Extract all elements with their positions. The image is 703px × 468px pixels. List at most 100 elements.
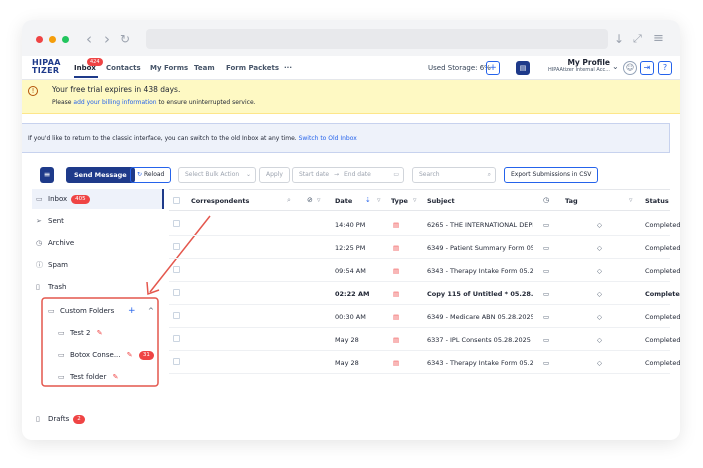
help-icon[interactable]: ? [658,61,672,75]
reload-button[interactable]: ↻ Reload [130,167,172,183]
row-checkbox[interactable] [173,243,180,250]
document-icon[interactable]: ▤ [516,61,530,75]
logo[interactable]: HIPAA TIZER [32,59,61,75]
table-row[interactable]: May 28 ▤ 6337 - IPL Consents 05.28.2025 13… [169,328,680,351]
folder-item-test-folder[interactable]: ▭ Test folder ✎ [44,367,164,387]
logout-icon[interactable]: ⇥ [640,61,654,75]
menu-icon[interactable]: ≡ [653,29,664,49]
user-icon[interactable]: ☺ [623,61,637,75]
row-checkbox[interactable] [173,266,180,273]
sidebar-item-inbox[interactable]: ▭ Inbox 405 [32,189,164,209]
address-bar[interactable] [146,29,608,49]
attachment-icon[interactable]: ⊘ [307,196,313,204]
table-row[interactable]: May 28 ▤ 6343 - Therapy Intake Form 05.28.… [169,351,680,374]
close-window-dot[interactable] [36,36,43,43]
sidebar-item-spam[interactable]: ⓘ Spam [32,255,164,275]
nav-contacts[interactable]: Contacts [106,64,141,72]
tag-icon[interactable]: ◇ [597,290,602,298]
row-checkbox[interactable] [173,312,180,319]
row-checkbox[interactable] [173,289,180,296]
profile-menu[interactable]: My Profile HIPAAtizer Internal Acc... [540,58,610,78]
nav-form-packets[interactable]: Form Packets [226,64,279,72]
tag-icon[interactable]: ◇ [597,267,602,275]
view-document-icon[interactable]: ▭ [543,221,549,229]
column-header-date[interactable]: Date [335,197,352,205]
export-csv-button[interactable]: Export Submissions in CSV [504,167,599,183]
view-document-icon[interactable]: ▭ [543,359,549,367]
row-checkbox[interactable] [173,358,180,365]
search-icon[interactable]: ⌕ [287,196,291,205]
sort-icon[interactable]: ⇣ [365,196,371,204]
tag-icon[interactable]: ◇ [597,244,602,252]
maximize-window-dot[interactable] [62,36,69,43]
pdf-file-icon[interactable]: ▤ [393,290,399,298]
download-icon[interactable]: ↓ [614,29,624,49]
clock-icon[interactable]: ◷ [543,196,549,204]
filter-icon[interactable]: ▿ [377,196,381,204]
date-range-picker[interactable]: Start date → End date ▭ [292,167,404,183]
search-input[interactable]: Search ⌕ [412,167,496,183]
menu-toggle-button[interactable]: ≡ [40,167,54,183]
select-all-checkbox[interactable] [173,197,180,204]
view-document-icon[interactable]: ▭ [543,313,549,321]
sidebar-item-trash[interactable]: ▯ Trash [32,277,164,297]
view-document-icon[interactable]: ▭ [543,290,549,298]
column-header-subject[interactable]: Subject [427,197,455,205]
row-checkbox[interactable] [173,220,180,227]
sidebar-item-drafts[interactable]: ▯ Drafts 2 [32,409,164,429]
column-header-type[interactable]: Type [391,197,408,205]
minimize-window-dot[interactable] [49,36,56,43]
tag-icon[interactable]: ◇ [597,359,602,367]
row-checkbox[interactable] [173,335,180,342]
chevron-up-icon[interactable]: ^ [148,301,154,321]
column-header-tag[interactable]: Tag [565,197,578,205]
table-row[interactable]: 14:40 PM ▤ 6265 - THE INTERNATIONAL DEPRE.… [169,213,680,236]
view-document-icon[interactable]: ▭ [543,244,549,252]
sidebar-item-sent[interactable]: ➢ Sent [32,211,164,231]
chevron-down-icon[interactable]: ⌄ [612,62,619,71]
back-icon[interactable]: ‹ [86,29,92,49]
add-folder-icon[interactable]: + [128,301,136,321]
start-date-field[interactable]: Start date [299,171,329,178]
tag-icon[interactable]: ◇ [597,221,602,229]
custom-folders-header[interactable]: ▭ Custom Folders + ^ [44,301,164,321]
filter-icon[interactable]: ▿ [317,196,321,204]
edit-pencil-icon[interactable]: ✎ [113,373,119,381]
table-row[interactable]: 12:25 PM ▤ 6349 - Patient Summary Form 05.… [169,236,680,259]
folder-item-test-2[interactable]: ▭ Test 2 ✎ [44,323,164,343]
pdf-file-icon[interactable]: ▤ [393,359,399,367]
pdf-file-icon[interactable]: ▤ [393,221,399,229]
send-message-button[interactable]: Send Message [66,167,135,183]
table-row[interactable]: 09:54 AM ▤ 6343 - Therapy Intake Form 05.2… [169,259,680,282]
end-date-field[interactable]: End date [344,171,371,178]
pdf-file-icon[interactable]: ▤ [393,313,399,321]
billing-link[interactable]: add your billing information [73,99,156,106]
filter-icon[interactable]: ▿ [413,196,417,204]
tag-icon[interactable]: ◇ [597,313,602,321]
pdf-file-icon[interactable]: ▤ [393,336,399,344]
nav-my-forms[interactable]: My Forms [150,64,188,72]
forward-icon[interactable]: › [104,29,110,49]
table-row[interactable]: 00:30 AM ▤ 6349 - Medicare ABN 05.28.2025 … [169,305,680,328]
folder-item-botox[interactable]: ▭ Botox Conse... ✎ 31 [44,345,164,365]
tag-icon[interactable]: ◇ [597,336,602,344]
view-document-icon[interactable]: ▭ [543,267,549,275]
nav-team[interactable]: Team [194,64,215,72]
filter-icon[interactable]: ▿ [629,196,633,204]
column-header-status[interactable]: Status [645,197,669,205]
apply-button[interactable]: Apply [259,167,290,183]
column-header-correspondents[interactable]: Correspondents [191,197,249,205]
switch-old-inbox-link[interactable]: Switch to Old Inbox [299,135,357,142]
add-storage-button[interactable]: + [486,61,500,75]
table-row[interactable]: 02:22 AM ▤ Copy 115 of Untitled * 05.28.20… [169,282,680,305]
nav-more[interactable]: ··· [284,64,292,72]
edit-pencil-icon[interactable]: ✎ [127,351,133,359]
reload-page-icon[interactable]: ↻ [120,29,130,49]
bulk-action-select[interactable]: Select Bulk Action ⌄ [178,167,256,183]
pdf-file-icon[interactable]: ▤ [393,267,399,275]
pdf-file-icon[interactable]: ▤ [393,244,399,252]
sidebar-item-archive[interactable]: ◷ Archive [32,233,164,253]
edit-pencil-icon[interactable]: ✎ [97,329,103,337]
expand-icon[interactable]: ⤢ [633,29,642,49]
view-document-icon[interactable]: ▭ [543,336,549,344]
